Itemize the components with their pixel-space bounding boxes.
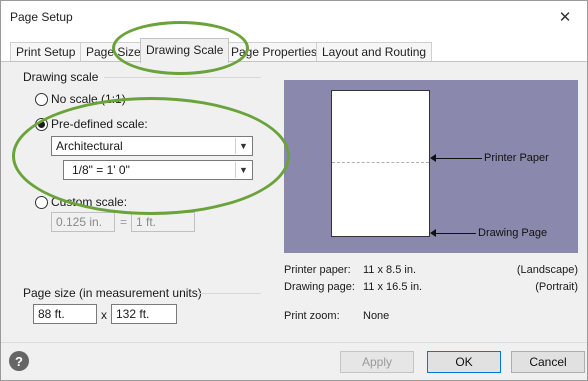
predefined-scale-label[interactable]: Pre-defined scale: [51, 117, 148, 131]
drawing-page-leader [434, 233, 476, 234]
predefined-scale-radio[interactable] [35, 118, 48, 131]
close-button[interactable]: ✕ [543, 1, 587, 33]
scale-category-value: Architectural [56, 139, 123, 153]
custom-scale-drawing-input[interactable]: 1 ft. [131, 212, 195, 232]
window-title: Page Setup [10, 10, 73, 24]
cancel-button[interactable]: Cancel [511, 351, 585, 373]
scale-value-select[interactable]: 1/8" = 1' 0" ▼ [63, 160, 253, 180]
printer-paper-orientation: (Landscape) [516, 264, 578, 276]
printer-paper-boundary [332, 162, 429, 163]
no-scale-radio[interactable] [35, 93, 48, 106]
tab-layout-and-routing[interactable]: Layout and Routing [316, 42, 433, 62]
scale-value: 1/8" = 1' 0" [72, 163, 130, 177]
group-divider [197, 293, 261, 294]
tab-strip: Print Setup Page Size Drawing Scale Page… [1, 33, 587, 63]
drawing-scale-panel: Drawing scale No scale (1:1) Pre-defined… [1, 62, 587, 342]
custom-scale-label[interactable]: Custom scale: [51, 195, 127, 209]
tab-drawing-scale[interactable]: Drawing Scale [140, 38, 230, 63]
page-size-group-label: Page size (in measurement units) [23, 286, 202, 300]
drawing-page-value: 11 x 16.5 in. [363, 281, 423, 293]
print-zoom-label: Print zoom: [284, 310, 340, 322]
ok-button[interactable]: OK [427, 351, 501, 373]
tab-page-properties[interactable]: Page Properties [225, 42, 324, 62]
drawing-page-label: Drawing page: [284, 281, 355, 293]
group-divider [104, 77, 261, 78]
drawing-page-orientation: (Portrait) [535, 281, 578, 293]
close-icon: ✕ [558, 9, 572, 26]
custom-scale-page-input[interactable]: 0.125 in. [51, 212, 115, 232]
printer-paper-label: Printer paper: [284, 264, 351, 276]
scale-category-select[interactable]: Architectural ▼ [51, 136, 253, 156]
no-scale-label[interactable]: No scale (1:1) [51, 92, 126, 106]
printer-paper-value: 11 x 8.5 in. [363, 264, 416, 276]
tab-page-size[interactable]: Page Size [80, 42, 147, 62]
chevron-down-icon: ▼ [235, 138, 251, 154]
drawing-scale-group-label: Drawing scale [23, 70, 99, 84]
page-preview: Printer Paper Drawing Page [284, 80, 578, 253]
footer-divider [1, 342, 587, 343]
help-icon[interactable]: ? [9, 351, 29, 371]
tab-print-setup[interactable]: Print Setup [10, 42, 82, 62]
equals-sign: = [120, 215, 128, 229]
drawing-page-callout: Drawing Page [478, 227, 548, 239]
chevron-down-icon: ▼ [235, 162, 251, 178]
page-width-input[interactable]: 88 ft. [33, 304, 97, 324]
page-setup-dialog: Page Setup ✕ Print Setup Page Size Drawi… [0, 0, 588, 381]
apply-button[interactable]: Apply [340, 351, 414, 373]
title-bar: Page Setup ✕ [1, 1, 587, 33]
printer-paper-callout: Printer Paper [484, 152, 549, 164]
printer-paper-leader [434, 158, 482, 159]
page-height-input[interactable]: 132 ft. [111, 304, 177, 324]
times-separator: x [101, 308, 107, 322]
custom-scale-radio[interactable] [35, 196, 48, 209]
print-zoom-value: None [363, 310, 390, 322]
drawing-page-rect [331, 90, 430, 237]
